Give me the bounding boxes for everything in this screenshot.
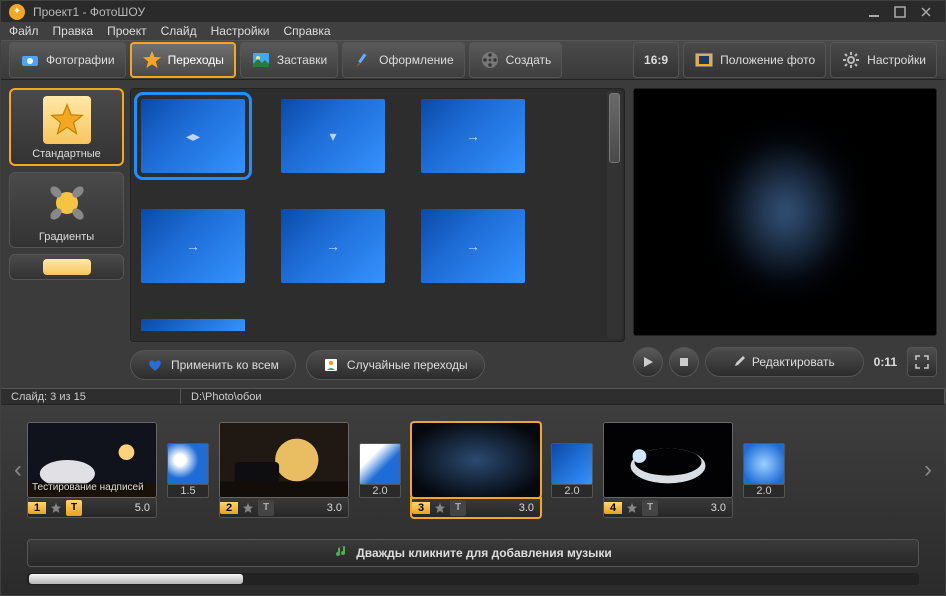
timeline: ‹ Тестирование надписей 1T5.0 1.5 2T3.0 … — [1, 405, 945, 595]
maximize-button[interactable] — [889, 4, 911, 20]
transitions-grid: ◂▸ ▾ → → → → — [130, 88, 625, 342]
text-icon: T — [258, 500, 274, 516]
text-icon: T — [642, 500, 658, 516]
window-title: Проект1 - ФотоШОУ — [33, 5, 145, 19]
menubar: Файл Правка Проект Слайд Настройки Справ… — [1, 22, 945, 40]
add-music-bar[interactable]: Дважды кликните для добавления музыки — [27, 539, 919, 567]
scrollbar-horizontal[interactable] — [27, 573, 919, 585]
slide-counter: Слайд: 3 из 15 — [1, 389, 181, 404]
scrollbar-vertical[interactable] — [607, 91, 622, 339]
tab-create[interactable]: Создать — [469, 42, 563, 78]
transition-item[interactable]: ▾ — [281, 99, 385, 173]
tab-transitions[interactable]: Переходы — [130, 42, 236, 78]
edit-button[interactable]: Редактировать — [705, 347, 864, 377]
menu-edit[interactable]: Правка — [53, 24, 94, 38]
fullscreen-button[interactable] — [907, 347, 937, 377]
minimize-button[interactable] — [863, 4, 885, 20]
timeline-transition[interactable]: 1.5 — [165, 443, 211, 498]
time-display: 0:11 — [870, 355, 901, 369]
random-transitions-button[interactable]: Случайные переходы — [306, 350, 485, 380]
person-icon — [323, 357, 339, 373]
star-icon — [43, 96, 91, 144]
path-display: D:\Photo\обои — [181, 389, 945, 404]
tab-design[interactable]: Оформление — [342, 42, 464, 78]
tab-photos[interactable]: Фотографии — [9, 42, 126, 78]
heart-icon — [147, 357, 163, 373]
text-icon: T — [450, 500, 466, 516]
aspect-button[interactable]: 16:9 — [633, 42, 679, 78]
timeline-transition[interactable]: 2.0 — [357, 443, 403, 498]
category-column: Стандартные Градиенты — [9, 88, 124, 380]
menu-help[interactable]: Справка — [283, 24, 330, 38]
category-more[interactable] — [9, 254, 124, 280]
titlebar: ✦ Проект1 - ФотоШОУ — [1, 1, 945, 22]
text-icon: T — [66, 500, 82, 516]
preview-viewport[interactable] — [633, 88, 937, 336]
transition-item[interactable]: ◂▸ — [141, 99, 245, 173]
gear-icon — [841, 50, 861, 70]
timeline-slide[interactable]: 2T3.0 — [219, 422, 349, 518]
photo-position-button[interactable]: Положение фото — [683, 42, 826, 78]
music-note-icon — [334, 545, 348, 562]
menu-project[interactable]: Проект — [107, 24, 147, 38]
scroll-right-button[interactable]: › — [919, 415, 937, 525]
timeline-slide[interactable]: 4T3.0 — [603, 422, 733, 518]
close-button[interactable] — [915, 4, 937, 20]
main-tabs: Фотографии Переходы Заставки Оформление … — [1, 40, 945, 80]
position-icon — [694, 50, 714, 70]
settings-button[interactable]: Настройки — [830, 42, 937, 78]
play-button[interactable] — [633, 347, 663, 377]
category-standard[interactable]: Стандартные — [9, 88, 124, 166]
timeline-slide[interactable]: Тестирование надписей 1T5.0 — [27, 422, 157, 518]
menu-settings[interactable]: Настройки — [211, 24, 270, 38]
category-gradients[interactable]: Градиенты — [9, 172, 124, 248]
stop-button[interactable] — [669, 347, 699, 377]
menu-slide[interactable]: Слайд — [161, 24, 197, 38]
menu-file[interactable]: Файл — [9, 24, 39, 38]
transition-item[interactable] — [141, 319, 245, 331]
transition-item[interactable]: → — [421, 209, 525, 283]
content-area: Стандартные Градиенты ◂▸ ▾ → → → → — [1, 80, 945, 388]
timeline-slide[interactable]: 3T3.0 — [411, 422, 541, 518]
apply-all-button[interactable]: Применить ко всем — [130, 350, 296, 380]
reel-icon — [480, 50, 500, 70]
picture-icon — [251, 50, 271, 70]
app-icon: ✦ — [9, 4, 25, 20]
category-icon — [43, 259, 91, 275]
scroll-left-button[interactable]: ‹ — [9, 415, 27, 525]
timeline-transition[interactable]: 2.0 — [549, 443, 595, 498]
camera-icon — [20, 50, 40, 70]
gradient-icon — [43, 179, 91, 227]
transition-item[interactable]: → — [421, 99, 525, 173]
timeline-transition[interactable]: 2.0 — [741, 443, 787, 498]
filmstrip: ‹ Тестирование надписей 1T5.0 1.5 2T3.0 … — [9, 415, 937, 525]
pencil-icon — [734, 355, 746, 370]
transition-item[interactable]: → — [281, 209, 385, 283]
status-bar: Слайд: 3 из 15 D:\Photo\обои — [1, 388, 945, 405]
brush-icon — [353, 50, 373, 70]
tab-intros[interactable]: Заставки — [240, 42, 338, 78]
transition-item[interactable]: → — [141, 209, 245, 283]
player-controls: Редактировать 0:11 — [633, 344, 937, 380]
star-icon — [142, 50, 162, 70]
